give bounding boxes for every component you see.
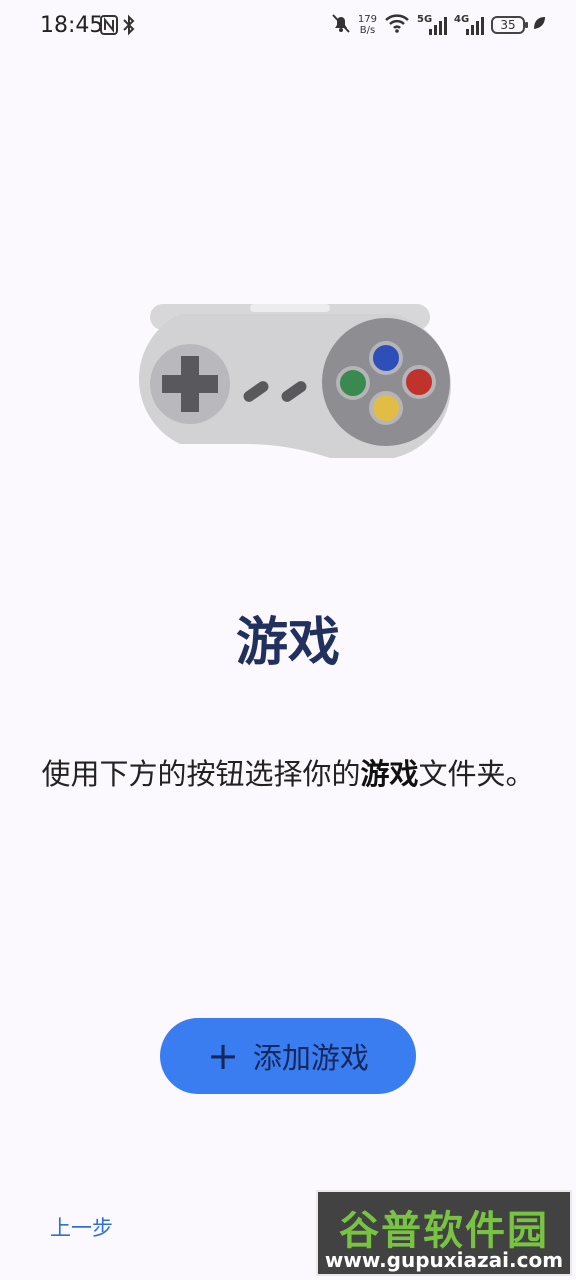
- add-game-button[interactable]: + 添加游戏: [160, 1018, 416, 1094]
- add-game-button-label: 添加游戏: [252, 1041, 369, 1075]
- battery-level: 35: [500, 18, 516, 32]
- description-prefix: 使用下方的按钮选择你的: [41, 757, 361, 791]
- back-button[interactable]: 上一步: [50, 1212, 113, 1242]
- plus-icon: +: [207, 1034, 239, 1078]
- status-bar: 18:45 179 B/s 5G 4G 35: [0, 0, 576, 56]
- page-description: 使用下方的按钮选择你的游戏文件夹。: [40, 752, 536, 796]
- watermark-url: www.gupuxiazai.com: [324, 1248, 564, 1272]
- leaf-icon: [532, 15, 546, 35]
- game-controller-illustration: [138, 304, 451, 458]
- status-time: 18:45: [40, 13, 104, 38]
- controller-shoulder-highlight: [250, 304, 330, 312]
- status-left-icons: [100, 14, 136, 40]
- battery-icon: 35: [491, 16, 528, 34]
- net-speed-value: 179: [357, 14, 377, 25]
- status-right-icons: 179 B/s 5G 4G 35: [331, 12, 546, 38]
- face-button-bottom-icon: [369, 391, 403, 425]
- page-title: 游戏: [235, 613, 340, 673]
- face-button-top-icon: [369, 341, 403, 375]
- signal-5g-icon: 5G: [417, 14, 447, 36]
- wifi-icon: [384, 13, 410, 37]
- signal-4g-icon: 4G: [454, 14, 484, 36]
- setup-screen: 18:45 179 B/s 5G 4G 35 游戏 使用下方的按钮选择你的游戏文…: [0, 0, 576, 1280]
- face-button-left-icon: [336, 366, 370, 400]
- description-bold: 游戏: [360, 757, 419, 791]
- watermark-logo: 谷普软件园 www.gupuxiazai.com: [316, 1190, 572, 1276]
- face-button-right-icon: [402, 365, 436, 399]
- nfc-icon: [100, 14, 118, 40]
- net-speed: 179 B/s: [358, 14, 377, 36]
- mute-icon: [331, 12, 351, 38]
- bluetooth-icon: [122, 14, 136, 40]
- net-speed-unit: B/s: [359, 25, 376, 36]
- description-suffix: 文件夹。: [418, 757, 535, 791]
